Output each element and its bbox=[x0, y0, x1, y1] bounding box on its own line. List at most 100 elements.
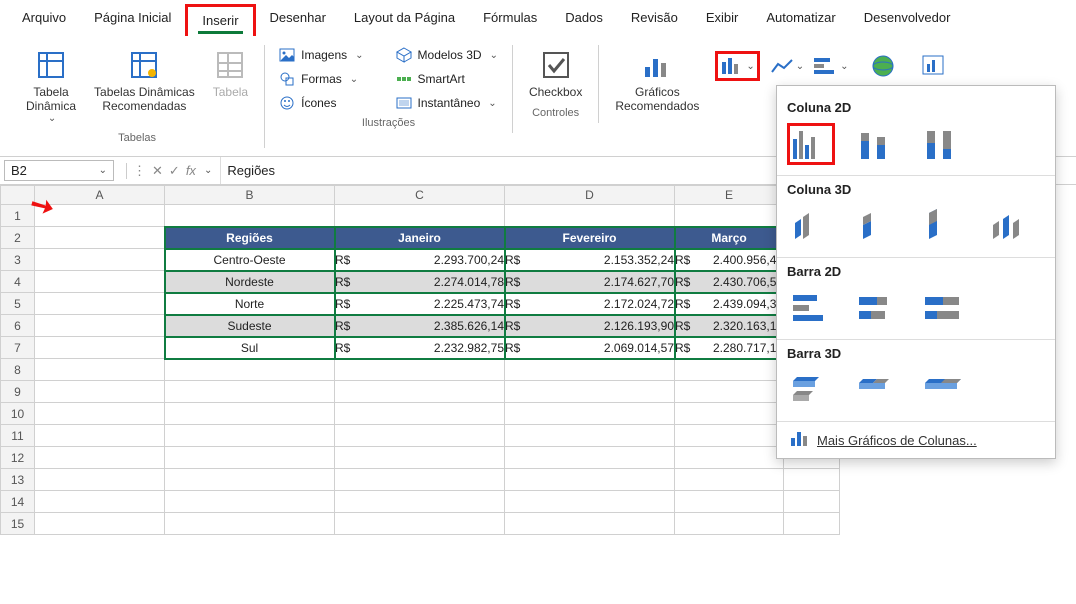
table-cell[interactable]: R$2.400.956,48 bbox=[675, 249, 784, 271]
pivot-table-button[interactable]: Tabela Dinâmica⌄ bbox=[20, 45, 82, 128]
stacked-column-2d[interactable] bbox=[853, 123, 901, 165]
menu-automatizar[interactable]: Automatizar bbox=[752, 4, 849, 36]
table-cell[interactable]: Nordeste bbox=[165, 271, 335, 293]
clustered-bar-3d[interactable] bbox=[787, 369, 835, 411]
col-header[interactable]: A bbox=[35, 186, 165, 205]
menu-inserir[interactable]: Inserir bbox=[185, 4, 255, 36]
group-tables: Tabela Dinâmica⌄ Tabelas Dinâmicas Recom… bbox=[10, 45, 265, 148]
stacked100-bar-2d[interactable] bbox=[919, 287, 967, 329]
col-header[interactable]: D bbox=[505, 186, 675, 205]
clustered-bar-2d[interactable] bbox=[787, 287, 835, 329]
map-chart-button[interactable] bbox=[859, 54, 899, 78]
row-header[interactable]: 7 bbox=[1, 337, 35, 359]
checkbox-button[interactable]: Checkbox bbox=[523, 45, 588, 103]
row-header[interactable]: 12 bbox=[1, 447, 35, 469]
table-cell[interactable]: R$2.174.627,70 bbox=[505, 271, 675, 293]
stacked100-bar-3d[interactable] bbox=[919, 369, 967, 411]
table-cell[interactable]: R$2.280.717,18 bbox=[675, 337, 784, 359]
menu-pagina-inicial[interactable]: Página Inicial bbox=[80, 4, 185, 36]
formula-value: Regiões bbox=[227, 163, 275, 178]
row-header[interactable]: 15 bbox=[1, 513, 35, 535]
col-header[interactable]: C bbox=[335, 186, 505, 205]
recommended-charts-button[interactable]: Gráficos Recomendados bbox=[609, 45, 705, 117]
shapes-button[interactable]: Formas⌄ bbox=[275, 69, 362, 89]
table-cell[interactable]: R$2.293.700,24 bbox=[335, 249, 505, 271]
grid[interactable]: A B C D E F 1 2 Regiões Janeiro Fevereir… bbox=[0, 185, 840, 535]
row-header[interactable]: 6 bbox=[1, 315, 35, 337]
column-3d[interactable] bbox=[985, 205, 1033, 247]
table-cell[interactable]: R$2.232.982,75 bbox=[335, 337, 505, 359]
stacked-bar-2d[interactable] bbox=[853, 287, 901, 329]
table-cell[interactable]: Centro-Oeste bbox=[165, 249, 335, 271]
row-header[interactable]: 11 bbox=[1, 425, 35, 447]
clustered-column-3d[interactable] bbox=[787, 205, 835, 247]
table-cell[interactable]: R$2.069.014,57 bbox=[505, 337, 675, 359]
stacked-bar-3d[interactable] bbox=[853, 369, 901, 411]
table-header-regioes[interactable]: Regiões bbox=[165, 227, 335, 249]
col-header[interactable]: B bbox=[165, 186, 335, 205]
table-cell[interactable]: R$2.385.626,14 bbox=[335, 315, 505, 337]
select-all-cell[interactable] bbox=[1, 186, 35, 205]
menu-bar: Arquivo Página Inicial Inserir Desenhar … bbox=[0, 0, 1076, 37]
table-header-mar[interactable]: Março bbox=[675, 227, 784, 249]
screenshot-button[interactable]: Instantâneo⌄ bbox=[392, 93, 501, 113]
table-cell[interactable]: Sudeste bbox=[165, 315, 335, 337]
table-cell[interactable]: R$2.153.352,24 bbox=[505, 249, 675, 271]
clustered-column-2d[interactable] bbox=[787, 123, 835, 165]
stacked-column-3d[interactable] bbox=[853, 205, 901, 247]
row-header[interactable]: 5 bbox=[1, 293, 35, 315]
menu-desenvolvedor[interactable]: Desenvolvedor bbox=[850, 4, 965, 36]
icons-button[interactable]: Ícones bbox=[275, 93, 340, 113]
menu-revisao[interactable]: Revisão bbox=[617, 4, 692, 36]
line-chart-button[interactable]: ⌄ bbox=[770, 56, 804, 76]
chevron-down-icon: ⌄ bbox=[48, 113, 56, 124]
fx-icon[interactable]: fx bbox=[186, 163, 196, 178]
table-cell[interactable]: R$2.439.094,38 bbox=[675, 293, 784, 315]
menu-desenhar[interactable]: Desenhar bbox=[256, 4, 340, 36]
menu-exibir[interactable]: Exibir bbox=[692, 4, 753, 36]
more-column-charts[interactable]: Mais Gráficos de Colunas... bbox=[787, 426, 1045, 454]
row-header[interactable]: 9 bbox=[1, 381, 35, 403]
table-header-fev[interactable]: Fevereiro bbox=[505, 227, 675, 249]
section-barra-3d: Barra 3D bbox=[787, 346, 1045, 361]
column-chart-button[interactable]: ⌄ bbox=[715, 51, 759, 81]
bar-chart-button[interactable]: ⌄ bbox=[814, 56, 848, 76]
table-cell[interactable]: R$2.172.024,72 bbox=[505, 293, 675, 315]
row-header[interactable]: 3 bbox=[1, 249, 35, 271]
recommended-pivot-label: Tabelas Dinâmicas Recomendadas bbox=[94, 85, 195, 113]
table-cell[interactable]: R$2.274.014,78 bbox=[335, 271, 505, 293]
row-header[interactable]: 8 bbox=[1, 359, 35, 381]
models3d-button[interactable]: Modelos 3D⌄ bbox=[392, 45, 502, 65]
table-header-jan[interactable]: Janeiro bbox=[335, 227, 505, 249]
row-header[interactable]: 2 bbox=[1, 227, 35, 249]
cancel-formula-icon[interactable]: ✕ bbox=[152, 163, 163, 179]
table-cell[interactable]: Sul bbox=[165, 337, 335, 359]
menu-formulas[interactable]: Fórmulas bbox=[469, 4, 551, 36]
table-cell[interactable]: Norte bbox=[165, 293, 335, 315]
stacked100-column-2d[interactable] bbox=[919, 123, 967, 165]
row-header[interactable]: 1 bbox=[1, 205, 35, 227]
table-cell[interactable]: R$2.320.163,10 bbox=[675, 315, 784, 337]
stacked100-bar-2d-icon bbox=[923, 291, 963, 325]
smartart-button[interactable]: SmartArt bbox=[392, 69, 469, 89]
row-header[interactable]: 14 bbox=[1, 491, 35, 513]
table-cell[interactable]: R$2.126.193,90 bbox=[505, 315, 675, 337]
name-box[interactable]: B2 ⌄ bbox=[4, 160, 114, 181]
row-header[interactable]: 4 bbox=[1, 271, 35, 293]
pivot-chart-button[interactable] bbox=[909, 54, 949, 78]
menu-dados[interactable]: Dados bbox=[551, 4, 617, 36]
images-button[interactable]: Imagens⌄ bbox=[275, 45, 367, 65]
menu-arquivo[interactable]: Arquivo bbox=[8, 4, 80, 36]
recommended-pivot-button[interactable]: Tabelas Dinâmicas Recomendadas bbox=[88, 45, 201, 117]
group-tables-label: Tabelas bbox=[118, 132, 156, 144]
row-header[interactable]: 13 bbox=[1, 469, 35, 491]
table-cell[interactable]: R$2.430.706,53 bbox=[675, 271, 784, 293]
col-header[interactable]: E bbox=[675, 186, 784, 205]
table-button[interactable]: Tabela bbox=[207, 45, 254, 103]
row-header[interactable]: 10 bbox=[1, 403, 35, 425]
stacked100-column-3d[interactable] bbox=[919, 205, 967, 247]
table-cell[interactable]: R$2.225.473,74 bbox=[335, 293, 505, 315]
menu-layout[interactable]: Layout da Página bbox=[340, 4, 469, 36]
chevron-down-icon: ⌄ bbox=[490, 50, 498, 61]
accept-formula-icon[interactable]: ✓ bbox=[169, 163, 180, 179]
